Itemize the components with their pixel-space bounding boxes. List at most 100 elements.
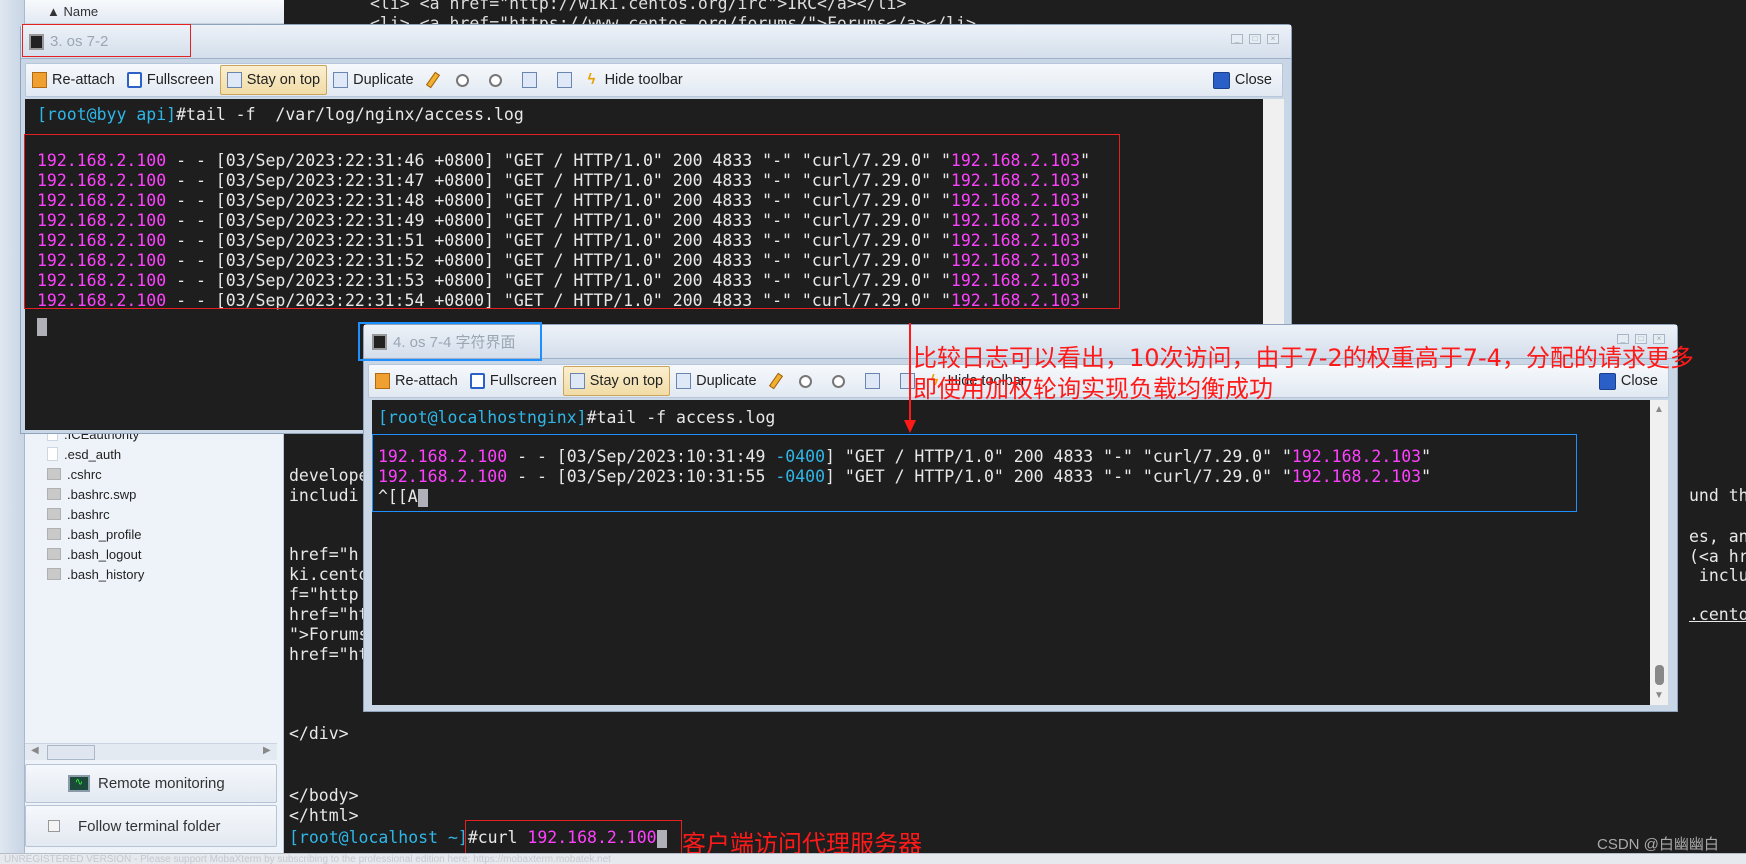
cursor	[37, 318, 47, 336]
stay-on-top-button-label: Stay on top	[246, 72, 321, 88]
file-name: .bash_history	[67, 566, 145, 582]
zoom-in-button[interactable]	[446, 65, 479, 95]
highlight-box-window2-log	[372, 434, 1577, 512]
bg-line: </body>	[289, 786, 359, 805]
bg-line: es, an	[1689, 527, 1746, 546]
bg-line: f="http	[289, 585, 359, 604]
name-column-header[interactable]: ▲ Name	[25, 0, 284, 24]
fullscreen-button[interactable]: Fullscreen	[464, 366, 563, 396]
script-file-icon	[47, 548, 61, 560]
status-bar: UNREGISTERED VERSION - Please support Mo…	[0, 853, 1746, 864]
duplicate-icon	[676, 373, 692, 389]
lightning-icon: ϟ	[587, 72, 596, 88]
file-name: .bashrc	[67, 506, 110, 522]
reattach-button[interactable]: Re-attach	[26, 65, 121, 95]
follow-folder-checkbox[interactable]	[48, 820, 60, 832]
file-item[interactable]: .cshrc	[47, 464, 102, 484]
remote-monitoring-label: Remote monitoring	[98, 775, 225, 792]
stay-on-top-icon	[569, 373, 585, 389]
zoom-out-icon	[488, 73, 502, 87]
hide-toolbar-label: Hide toolbar	[604, 72, 683, 88]
close-button[interactable]: Close	[1207, 65, 1282, 95]
watermark: CSDN @白幽幽白	[1597, 836, 1719, 853]
minimize-button[interactable]: _	[1231, 34, 1243, 44]
file-name: .bashrc.swp	[67, 486, 137, 502]
stay-on-top-button[interactable]: Stay on top	[219, 65, 328, 95]
terminal-toolbar: Re-attach Fullscreen Stay on top Duplicate ϟ…	[25, 63, 1283, 97]
scroll-thumb[interactable]	[47, 745, 95, 760]
bg-line: href="h	[289, 545, 359, 564]
highlight-box-window1-title	[22, 24, 191, 57]
fullscreen-button-label: Fullscreen	[489, 373, 557, 389]
bg-line: href="ht	[289, 605, 369, 624]
file-item[interactable]: .bash_profile	[47, 524, 141, 544]
follow-folder-label: Follow terminal folder	[78, 817, 221, 835]
file-item[interactable]: .bash_history	[47, 564, 144, 584]
annotation-text: 即使用加权轮询实现负载均衡成功	[913, 375, 1273, 403]
bg-line: ki.cento	[289, 565, 369, 584]
close-label: Close	[1234, 72, 1272, 88]
file-item[interactable]: .bashrc	[47, 504, 110, 524]
edit-button[interactable]	[512, 65, 547, 95]
prompt: [root@localhostnginx]	[378, 408, 587, 427]
stay-on-top-button[interactable]: Stay on top	[562, 366, 671, 396]
zoom-out-icon	[831, 374, 845, 388]
highlight-box-window1-log	[24, 134, 1120, 309]
prompt: [root@byy api]	[37, 105, 177, 124]
duplicate-button[interactable]: Duplicate	[327, 65, 419, 95]
fullscreen-button[interactable]: Fullscreen	[121, 65, 220, 95]
monitor-icon: ∿	[68, 775, 90, 792]
horizontal-scrollbar[interactable]: ◀ ▶	[25, 743, 277, 760]
zoom-out-button[interactable]	[822, 366, 855, 396]
pencil-button[interactable]	[763, 366, 789, 396]
tail-command: #tail -f /var/log/nginx/access.log	[176, 105, 524, 124]
power-icon	[1212, 71, 1230, 89]
print-icon	[556, 72, 572, 88]
column-header-label: Name	[63, 4, 99, 19]
edit-button[interactable]	[855, 366, 890, 396]
duplicate-button-label: Duplicate	[353, 72, 414, 88]
bg-line: includi	[289, 486, 359, 505]
edit-icon	[521, 72, 537, 88]
annotation-arrow	[909, 323, 911, 423]
maximize-button[interactable]: □	[1249, 34, 1261, 44]
script-file-icon	[47, 488, 61, 500]
file-name: .cshrc	[67, 466, 102, 482]
fullscreen-icon	[469, 373, 485, 389]
print-button[interactable]	[547, 65, 582, 95]
prompt: [root@localhost ~]	[289, 828, 468, 847]
reattach-button[interactable]: Re-attach	[369, 366, 464, 396]
zoom-in-button[interactable]	[789, 366, 822, 396]
scroll-thumb[interactable]	[1655, 665, 1664, 685]
fullscreen-button-label: Fullscreen	[146, 72, 214, 88]
zoom-out-button[interactable]	[479, 65, 512, 95]
pencil-button[interactable]	[420, 65, 446, 95]
edit-icon	[864, 373, 880, 389]
file-item[interactable]: .bashrc.swp	[47, 484, 136, 504]
stay-on-top-button-label: Stay on top	[589, 373, 664, 389]
bg-line: develope	[289, 466, 369, 485]
pencil-icon	[425, 71, 440, 89]
bg-line: .centos	[1689, 605, 1746, 624]
file-name: .esd_auth	[64, 446, 122, 462]
follow-terminal-folder[interactable]: Follow terminal folder	[25, 805, 277, 847]
file-icon	[47, 447, 58, 461]
reattach-button-label: Re-attach	[52, 72, 115, 88]
power-icon	[1598, 372, 1616, 390]
duplicate-button[interactable]: Duplicate	[670, 366, 762, 396]
vertical-scrollbar[interactable]: ▲ ▼	[1650, 400, 1668, 705]
bg-line: <li> <a href="http://wiki.centos.org/irc…	[370, 0, 907, 13]
remote-monitoring-button[interactable]: ∿ Remote monitoring	[25, 764, 277, 803]
stay-on-top-icon	[226, 72, 242, 88]
hide-toolbar-button[interactable]: ϟ Hide toolbar	[582, 65, 689, 95]
reattach-button-label: Re-attach	[395, 373, 458, 389]
close-window-button[interactable]: ×	[1267, 34, 1279, 44]
file-item[interactable]: .esd_auth	[47, 444, 121, 464]
window-titlebar[interactable]: 3. os 7-2 _ □ ×	[21, 25, 1291, 59]
file-name: .bash_profile	[67, 526, 142, 542]
script-file-icon	[47, 528, 61, 540]
duplicate-icon	[333, 72, 349, 88]
bg-line: </div>	[289, 724, 349, 743]
file-item[interactable]: .bash_logout	[47, 544, 141, 564]
bg-line: ">Forums	[289, 625, 369, 644]
